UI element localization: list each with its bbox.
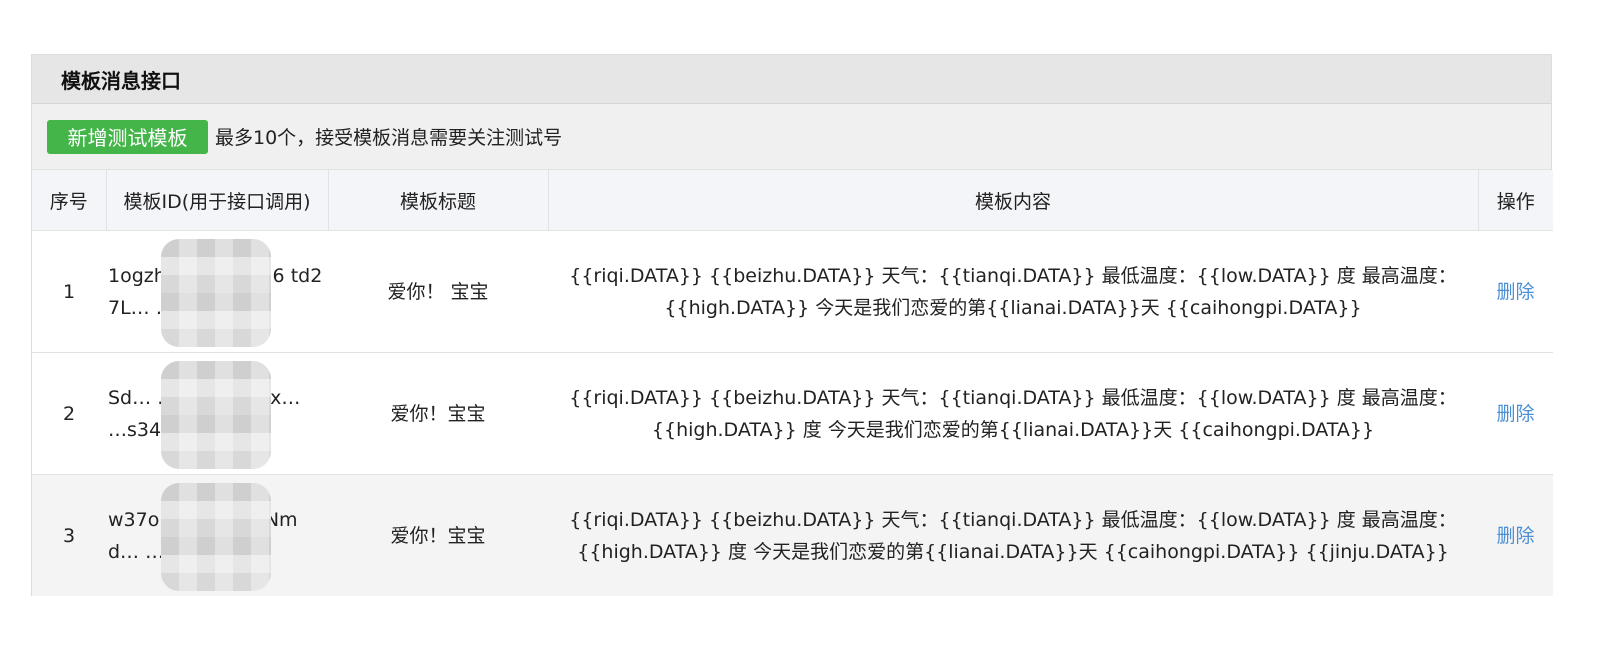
add-test-template-button[interactable]: 新增测试模板: [47, 119, 208, 154]
template-title: 爱你！宝宝: [328, 352, 548, 475]
toolbar: 新增测试模板 最多10个，接受模板消息需要关注测试号: [32, 104, 1551, 170]
row-index: 2: [32, 352, 106, 475]
redaction-mosaic: [161, 361, 271, 469]
header-index: 序号: [32, 170, 107, 231]
action-cell: 删除: [1478, 352, 1553, 475]
template-table: 序号 模板ID(用于接口调用) 模板标题 模板内容 操作 1 1ogzh… …n…: [32, 170, 1553, 596]
row-index: 1: [32, 230, 106, 353]
panel-title: 模板消息接口: [32, 55, 1551, 104]
header-template-id: 模板ID(用于接口调用): [106, 170, 329, 231]
header-template-title: 模板标题: [328, 170, 549, 231]
header-template-content: 模板内容: [548, 170, 1479, 231]
template-title: 爱你！宝宝: [328, 474, 548, 596]
template-title: 爱你！ 宝宝: [328, 230, 548, 353]
redaction-mosaic: [161, 483, 271, 591]
table-row: 1 1ogzh… …nDrSLI6 td27L… …nTGNr 爱你！ 宝宝 {…: [32, 230, 1553, 353]
action-cell: 删除: [1478, 230, 1553, 353]
template-message-panel: 模板消息接口 新增测试模板 最多10个，接受模板消息需要关注测试号 序号 模板I…: [31, 54, 1553, 596]
delete-link[interactable]: 删除: [1496, 281, 1534, 303]
template-content: {{riqi.DATA}} {{beizhu.DATA}} 天气：{{tianq…: [548, 230, 1478, 353]
redaction-mosaic: [161, 239, 271, 347]
template-id-cell[interactable]: w37o… …WyG kNmd… …Zqg: [106, 474, 328, 596]
table-row: 2 Sd… …l61A6 tQox… …s34al 爱你！宝宝 {{riqi.D…: [32, 352, 1553, 475]
template-content: {{riqi.DATA}} {{beizhu.DATA}} 天气：{{tianq…: [548, 352, 1478, 475]
table-row: 3 w37o… …WyG kNmd… …Zqg 爱你！宝宝 {{riqi.DAT…: [32, 474, 1553, 596]
delete-link[interactable]: 删除: [1496, 403, 1534, 425]
template-id-cell[interactable]: 1ogzh… …nDrSLI6 td27L… …nTGNr: [106, 230, 328, 353]
header-action: 操作: [1478, 170, 1553, 231]
table-header-row: 序号 模板ID(用于接口调用) 模板标题 模板内容 操作: [32, 170, 1553, 231]
template-content: {{riqi.DATA}} {{beizhu.DATA}} 天气：{{tianq…: [548, 474, 1478, 596]
template-id-cell[interactable]: Sd… …l61A6 tQox… …s34al: [106, 352, 328, 475]
action-cell: 删除: [1478, 474, 1553, 596]
delete-link[interactable]: 删除: [1496, 525, 1534, 547]
template-limit-note: 最多10个，接受模板消息需要关注测试号: [215, 127, 563, 149]
row-index: 3: [32, 474, 106, 596]
